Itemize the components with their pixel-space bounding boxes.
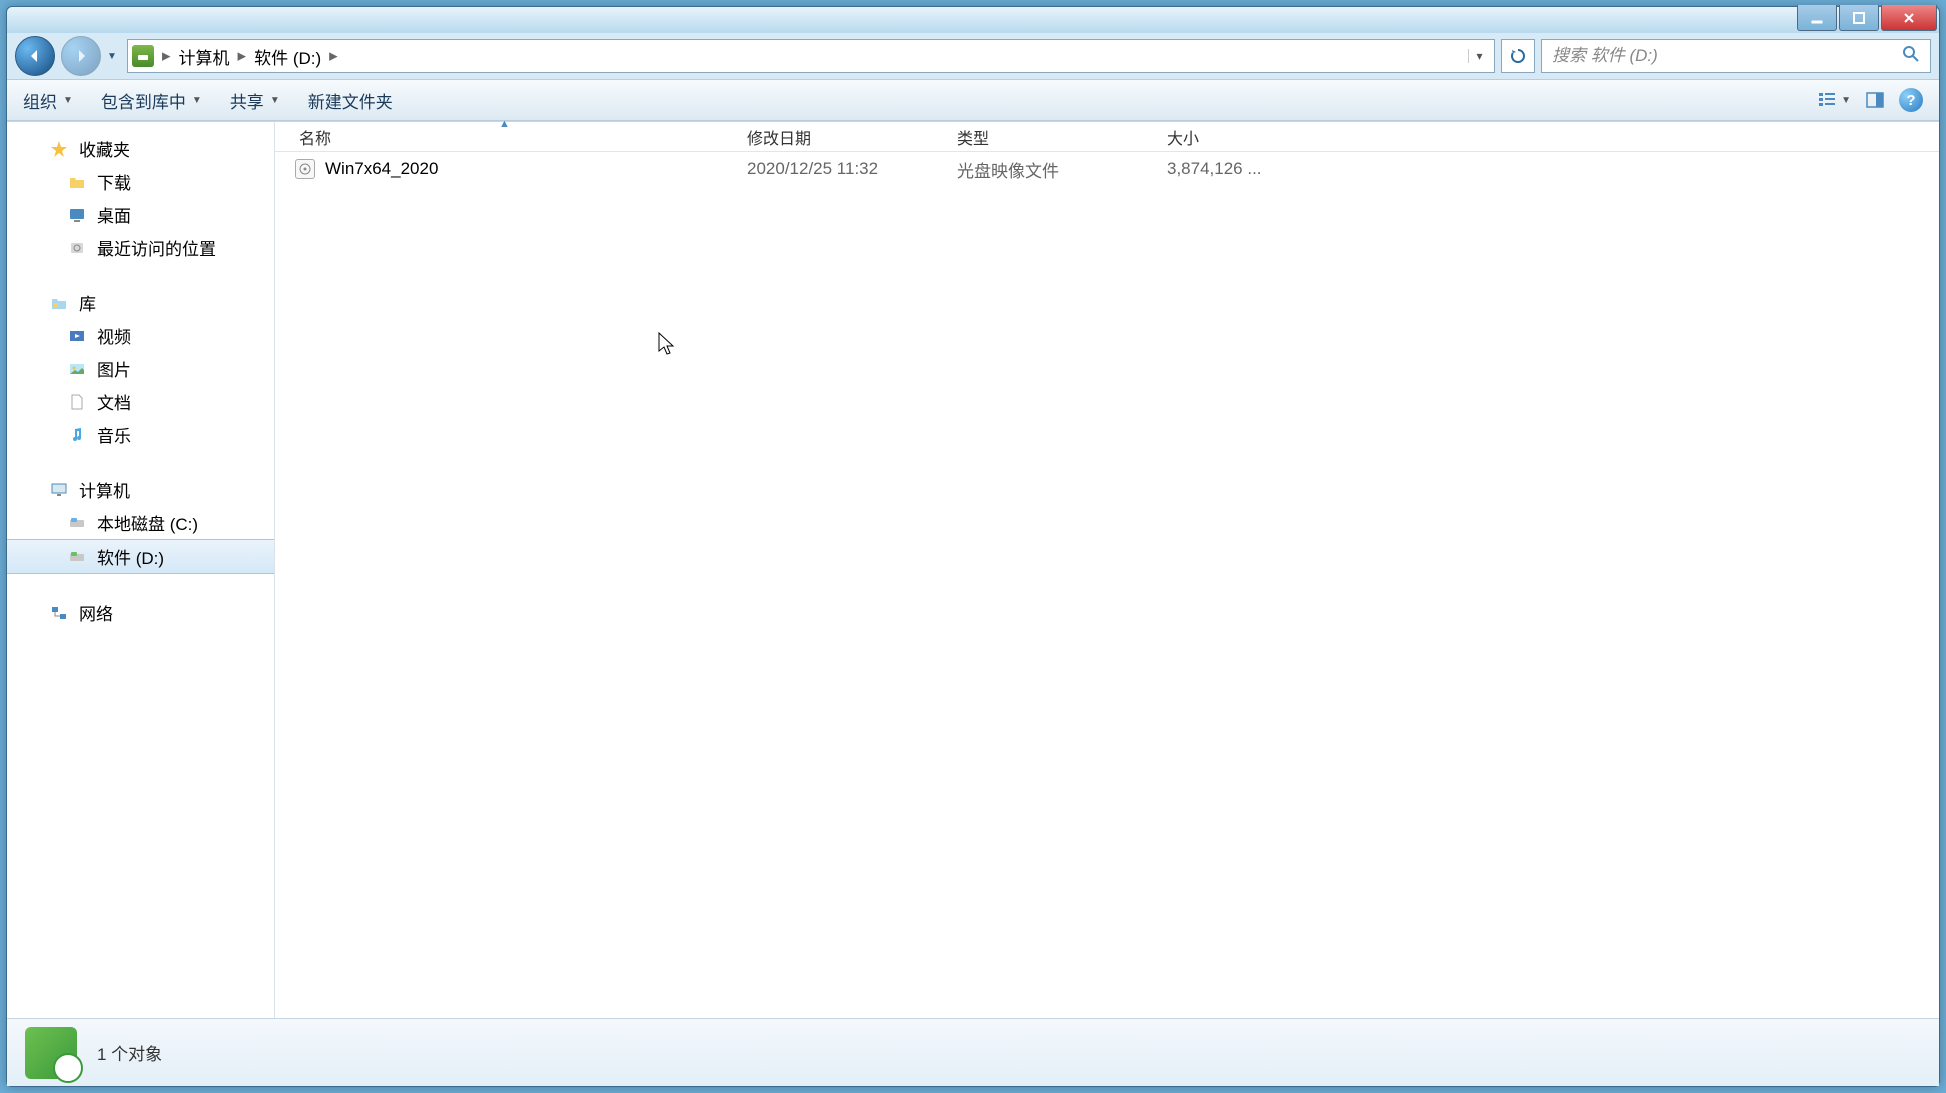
share-button[interactable]: 共享▼	[230, 88, 280, 113]
path-dropdown[interactable]: ▾	[1468, 49, 1490, 63]
view-mode-button[interactable]: ▼	[1817, 90, 1851, 110]
sidebar-item-drive-c[interactable]: 本地磁盘 (C:)	[7, 506, 274, 539]
breadcrumb-path[interactable]: ▸ 计算机 ▸ 软件 (D:) ▸ ▾	[127, 39, 1495, 73]
forward-button[interactable]	[61, 36, 101, 76]
newfolder-label: 新建文件夹	[308, 88, 393, 113]
sidebar-item-label: 下载	[97, 169, 131, 194]
maximize-button[interactable]	[1839, 5, 1879, 31]
sidebar-item-label: 音乐	[97, 422, 131, 447]
sidebar-item-drive-d[interactable]: 软件 (D:)	[7, 539, 274, 574]
file-size: 3,874,126 ...	[1155, 159, 1325, 179]
breadcrumb-computer[interactable]: 计算机	[173, 44, 236, 69]
column-header-name[interactable]: ▲ 名称	[275, 125, 735, 149]
column-headers: ▲ 名称 修改日期 类型 大小	[275, 122, 1939, 152]
close-button[interactable]	[1881, 5, 1937, 31]
toolbar: 组织▼ 包含到库中▼ 共享▼ 新建文件夹 ▼ ?	[7, 79, 1939, 121]
file-name: Win7x64_2020	[325, 159, 438, 179]
picture-icon	[67, 359, 87, 379]
sidebar-item-label: 文档	[97, 389, 131, 414]
sidebar-item-label: 图片	[97, 356, 131, 381]
explorer-window: ▼ ▸ 计算机 ▸ 软件 (D:) ▸ ▾ 组织▼ 包含到库中▼	[6, 6, 1940, 1087]
include-label: 包含到库中	[101, 88, 186, 113]
column-header-size[interactable]: 大小	[1155, 125, 1325, 149]
sidebar-item-documents[interactable]: 文档	[7, 385, 274, 418]
drive-status-icon	[25, 1027, 77, 1079]
organize-button[interactable]: 组织▼	[23, 88, 73, 113]
sidebar-item-label: 本地磁盘 (C:)	[97, 510, 198, 535]
column-name-label: 名称	[299, 131, 331, 148]
desktop-icon	[67, 205, 87, 225]
search-box[interactable]	[1541, 39, 1931, 73]
search-icon	[1902, 45, 1920, 68]
column-header-date[interactable]: 修改日期	[735, 125, 945, 149]
nav-history-dropdown[interactable]: ▼	[107, 51, 121, 62]
column-header-type[interactable]: 类型	[945, 125, 1155, 149]
favorites-label: 收藏夹	[79, 136, 130, 161]
video-icon	[67, 326, 87, 346]
iso-file-icon	[295, 159, 315, 179]
include-in-library-button[interactable]: 包含到库中▼	[101, 88, 202, 113]
network-label: 网络	[79, 600, 113, 625]
library-icon	[49, 293, 69, 313]
address-bar: ▼ ▸ 计算机 ▸ 软件 (D:) ▸ ▾	[7, 33, 1939, 79]
sidebar-item-pictures[interactable]: 图片	[7, 352, 274, 385]
document-icon	[67, 392, 87, 412]
file-date: 2020/12/25 11:32	[735, 159, 945, 179]
sidebar-favorites[interactable]: 收藏夹	[7, 132, 274, 165]
drive-icon	[67, 513, 87, 533]
sidebar-item-desktop[interactable]: 桌面	[7, 198, 274, 231]
titlebar[interactable]	[7, 7, 1939, 33]
computer-icon	[49, 480, 69, 500]
network-icon	[49, 603, 69, 623]
recent-icon	[67, 238, 87, 258]
refresh-button[interactable]	[1501, 39, 1535, 73]
sidebar-computer[interactable]: 计算机	[7, 473, 274, 506]
file-type: 光盘映像文件	[945, 157, 1155, 182]
back-button[interactable]	[15, 36, 55, 76]
libraries-label: 库	[79, 290, 96, 315]
column-size-label: 大小	[1167, 131, 1199, 148]
sidebar-item-videos[interactable]: 视频	[7, 319, 274, 352]
folder-icon	[67, 172, 87, 192]
navigation-sidebar: 收藏夹 下载 桌面 最近访问的位置 库	[7, 122, 275, 1018]
crumb-separator-icon: ▸	[327, 46, 340, 66]
preview-pane-button[interactable]	[1865, 90, 1885, 110]
share-label: 共享	[230, 88, 264, 113]
file-list-area: ▲ 名称 修改日期 类型 大小 Win7x64_2020 2020/12/25 …	[275, 122, 1939, 1018]
sidebar-item-label: 桌面	[97, 202, 131, 227]
window-controls	[1797, 5, 1937, 31]
drive-icon	[67, 547, 87, 567]
status-bar: 1 个对象	[7, 1018, 1939, 1086]
star-icon	[49, 139, 69, 159]
help-button[interactable]: ?	[1899, 88, 1923, 112]
music-icon	[67, 425, 87, 445]
sidebar-libraries[interactable]: 库	[7, 286, 274, 319]
drive-icon	[132, 45, 154, 67]
sidebar-network[interactable]: 网络	[7, 596, 274, 629]
computer-label: 计算机	[79, 477, 130, 502]
organize-label: 组织	[23, 88, 57, 113]
breadcrumb-drive[interactable]: 软件 (D:)	[248, 44, 327, 69]
column-type-label: 类型	[957, 131, 989, 148]
sidebar-item-recent[interactable]: 最近访问的位置	[7, 231, 274, 264]
new-folder-button[interactable]: 新建文件夹	[308, 88, 393, 113]
sidebar-item-label: 软件 (D:)	[97, 544, 164, 569]
status-object-count: 1 个对象	[97, 1040, 162, 1065]
sidebar-item-label: 视频	[97, 323, 131, 348]
sidebar-item-label: 最近访问的位置	[97, 235, 216, 260]
file-name-cell: Win7x64_2020	[275, 159, 735, 179]
minimize-button[interactable]	[1797, 5, 1837, 31]
explorer-body: 收藏夹 下载 桌面 最近访问的位置 库	[7, 121, 1939, 1018]
crumb-separator-icon: ▸	[236, 46, 249, 66]
crumb-separator-icon: ▸	[160, 46, 173, 66]
sort-ascending-icon: ▲	[499, 118, 510, 130]
sidebar-item-music[interactable]: 音乐	[7, 418, 274, 451]
file-row[interactable]: Win7x64_2020 2020/12/25 11:32 光盘映像文件 3,8…	[275, 152, 1939, 186]
search-input[interactable]	[1552, 46, 1902, 66]
column-date-label: 修改日期	[747, 131, 811, 148]
sidebar-item-downloads[interactable]: 下载	[7, 165, 274, 198]
